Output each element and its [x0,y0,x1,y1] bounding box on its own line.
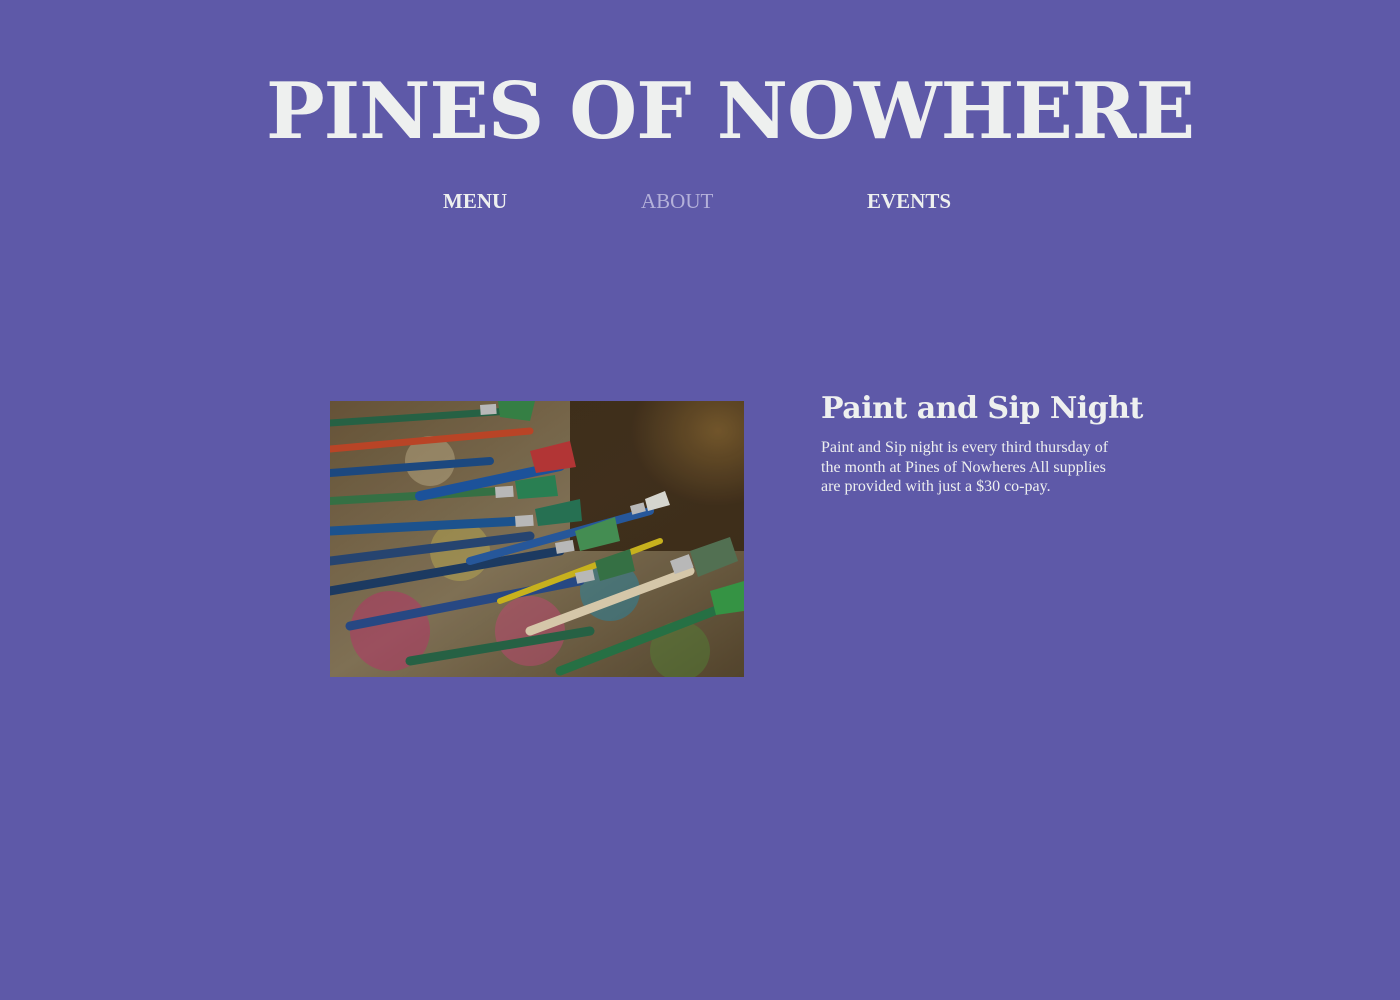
event-image-paintbrushes [330,401,744,677]
nav-item-menu[interactable]: MENU [443,186,507,216]
event-title: Paint and Sip Night [821,391,1143,426]
event-description: Paint and Sip night is every third thurs… [821,439,1109,495]
main-nav: MENU ABOUT EVENTS [0,186,1400,220]
nav-item-about[interactable]: ABOUT [641,186,713,216]
site-title: PINES OF NOWHERE [265,66,1195,157]
nav-item-events[interactable]: EVENTS [867,186,951,216]
